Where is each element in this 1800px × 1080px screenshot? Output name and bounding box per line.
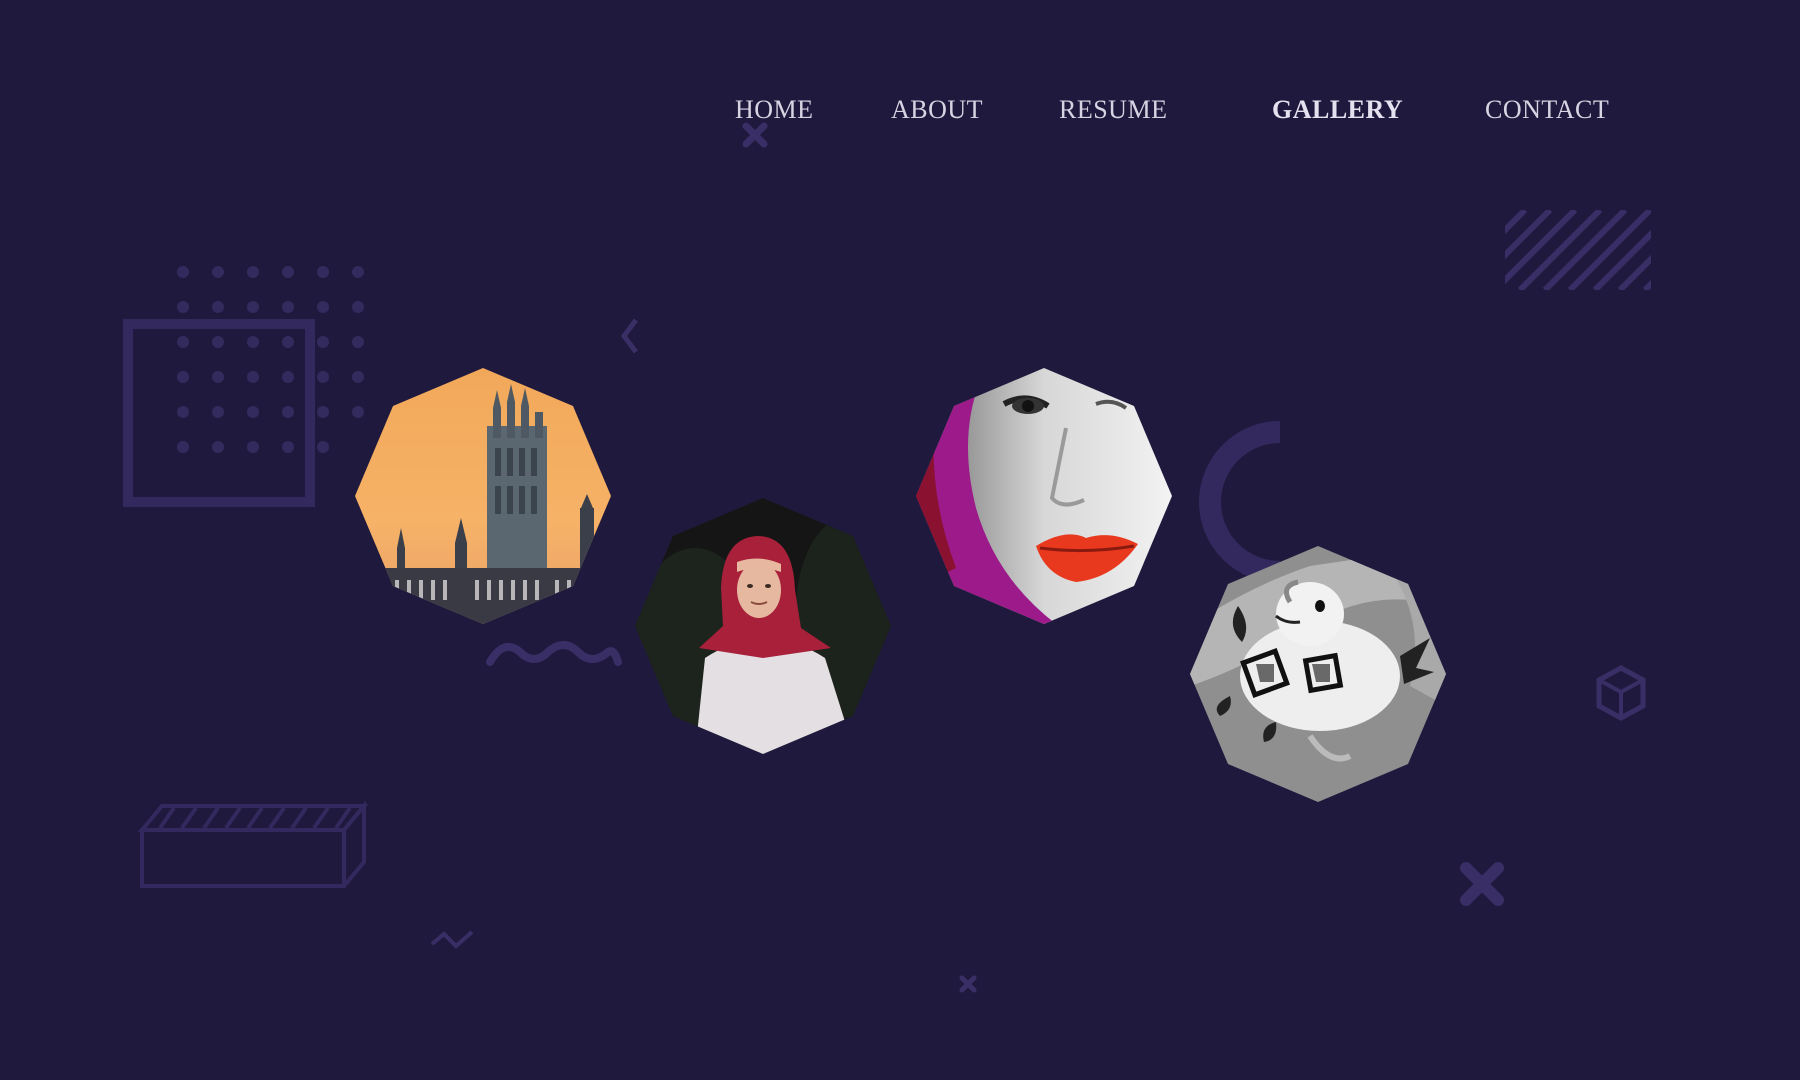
gallery-image-bird-illustration[interactable] [1190,546,1446,802]
nav-about[interactable]: ABOUT [891,95,983,125]
zigzag-icon [430,930,474,949]
nav-contact[interactable]: CONTACT [1485,95,1609,125]
box-3d-icon [138,800,369,888]
main-nav: HOME ABOUT RESUME GALLERY CONTACT [0,95,1800,135]
wave-icon [486,641,622,666]
cross-icon [1460,862,1504,906]
stripes-icon [1505,210,1651,290]
nav-home[interactable]: HOME [735,95,814,125]
chevron-icon [620,318,638,354]
gallery-image-face-red-lips[interactable] [916,368,1172,624]
cross-icon [959,975,977,993]
gallery-page: HOME ABOUT RESUME GALLERY CONTACT [0,0,1800,1080]
square-outline-icon [123,319,315,507]
cross-icon [742,122,768,148]
hexagon-cube-icon [1596,665,1646,721]
gallery-image-westminster[interactable] [355,368,611,624]
gallery-image-portrait-hijab[interactable] [635,498,891,754]
nav-gallery[interactable]: GALLERY [1272,95,1403,125]
nav-resume[interactable]: RESUME [1059,95,1167,125]
